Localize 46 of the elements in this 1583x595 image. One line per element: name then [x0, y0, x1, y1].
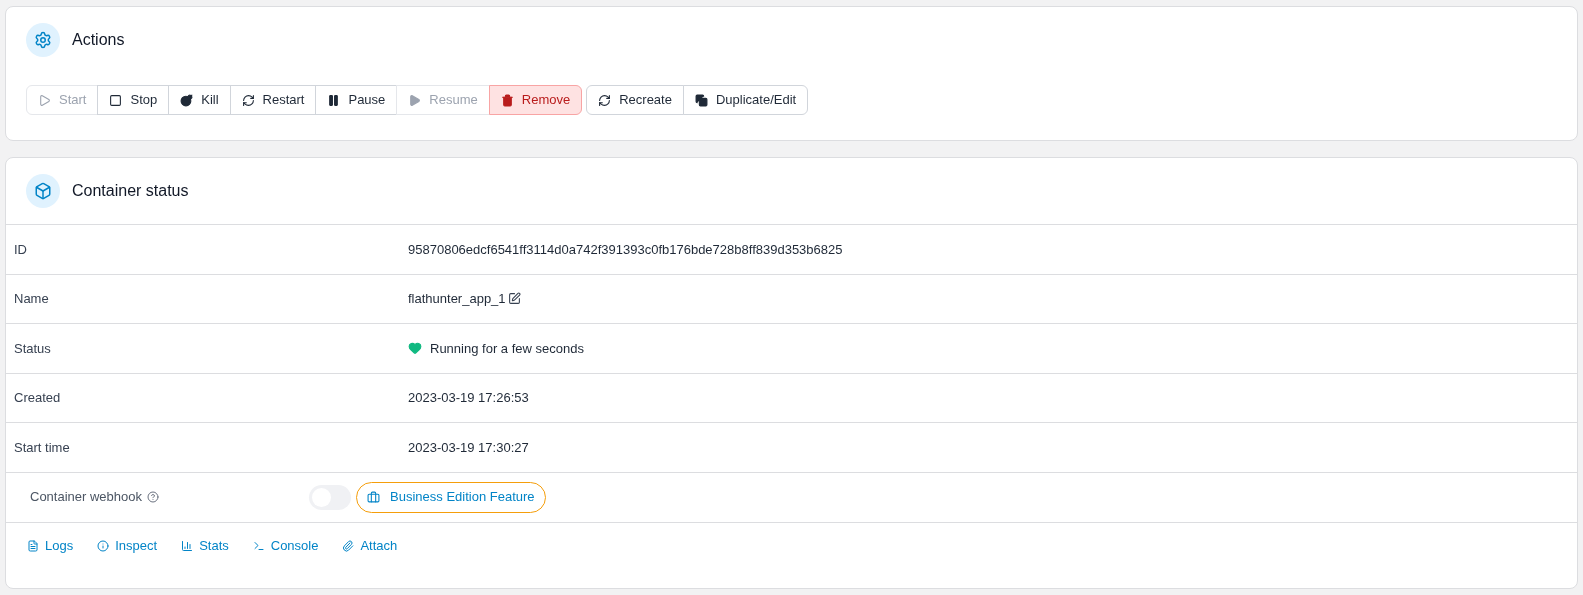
- field-label: Name: [14, 290, 50, 308]
- field-label: Status: [14, 339, 52, 358]
- field-label: Start time: [14, 438, 71, 457]
- briefcase-icon: [367, 490, 381, 504]
- refresh-icon: [598, 93, 612, 107]
- card-title: Actions: [72, 30, 125, 50]
- terminal-icon: [252, 540, 265, 552]
- info-icon: [97, 540, 110, 552]
- action-link[interactable]: Logs: [27, 536, 74, 556]
- help-icon[interactable]: [147, 491, 160, 503]
- action-button[interactable]: Recreate: [586, 85, 684, 115]
- paperclip-icon: [342, 540, 355, 552]
- card-title: Container status: [72, 181, 189, 201]
- gear-icon: [34, 31, 52, 49]
- field-value: 95870806edcf6541ff3114d0a742f391393c0fb176bde728b8ff839d353b6825: [408, 240, 843, 259]
- action-button[interactable]: Kill: [168, 85, 231, 115]
- badge-text: Business Edition Feature: [390, 488, 535, 507]
- action-button[interactable]: Stop: [97, 85, 170, 115]
- bomb-icon: [180, 93, 194, 107]
- action-button[interactable]: Duplicate/Edit: [682, 85, 809, 115]
- copy-icon: [694, 93, 708, 107]
- field-label: Container webhook: [30, 488, 143, 507]
- field-value: Running for a few seconds: [430, 339, 584, 358]
- action-link[interactable]: Console: [252, 536, 319, 556]
- action-button[interactable]: Pause: [315, 85, 398, 115]
- field-value: 2023-03-19 17:26:53: [408, 389, 529, 407]
- bar-chart-icon: [181, 540, 194, 552]
- edit-icon[interactable]: [507, 292, 521, 306]
- field-label: ID: [14, 240, 28, 259]
- action-link[interactable]: Stats: [181, 536, 229, 556]
- refresh-icon: [241, 93, 255, 107]
- action-link[interactable]: Inspect: [97, 536, 158, 556]
- field-value: 2023-03-19 17:30:27: [408, 438, 529, 457]
- pause-icon: [327, 93, 341, 107]
- heart-icon: [408, 341, 422, 356]
- stop-icon: [109, 93, 123, 107]
- action-button[interactable]: Restart: [229, 85, 317, 115]
- cube-icon: [34, 182, 52, 200]
- field-label: Created: [14, 389, 62, 407]
- document-icon: [27, 540, 39, 552]
- play-icon: [408, 93, 422, 107]
- field-value: flathunter_app_1: [408, 290, 506, 308]
- trash-icon: [500, 93, 514, 107]
- action-button[interactable]: Remove: [488, 85, 583, 115]
- play-icon: [38, 93, 51, 107]
- action-link[interactable]: Attach: [342, 536, 398, 556]
